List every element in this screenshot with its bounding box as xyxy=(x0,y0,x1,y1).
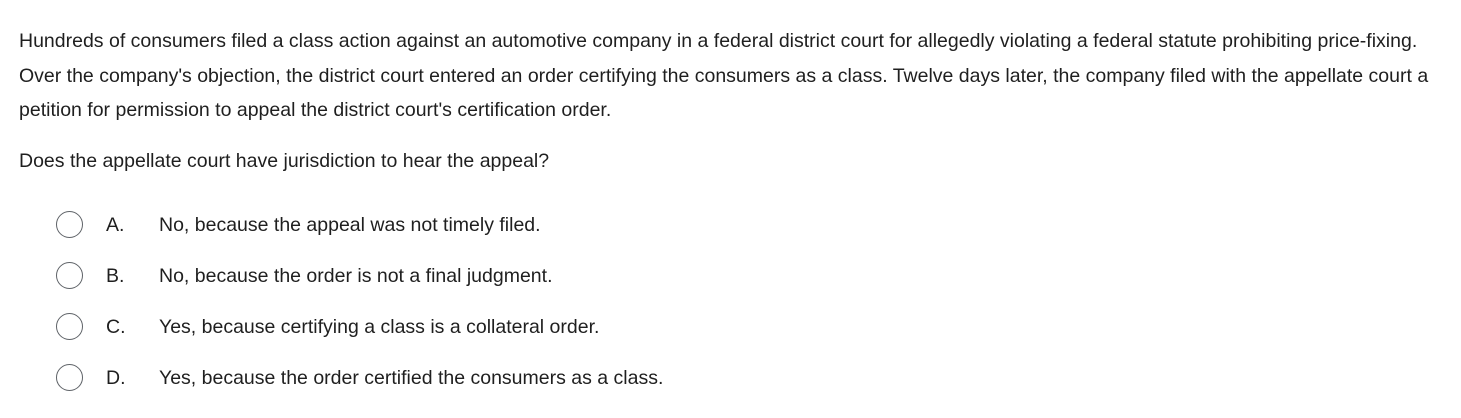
option-text-b: No, because the order is not a final jud… xyxy=(159,265,553,287)
answer-option-c[interactable]: C. Yes, because certifying a class is a … xyxy=(54,311,954,345)
question-stem: Hundreds of consumers filed a class acti… xyxy=(19,30,1429,121)
option-text-d: Yes, because the order certified the con… xyxy=(159,367,664,389)
option-text-a: No, because the appeal was not timely fi… xyxy=(159,214,541,236)
option-text-c: Yes, because certifying a class is a col… xyxy=(159,316,600,338)
option-letter-a: A. xyxy=(106,214,125,236)
radio-button-a[interactable] xyxy=(56,211,83,238)
answer-option-d[interactable]: D. Yes, because the order certified the … xyxy=(54,362,954,396)
option-letter-c: C. xyxy=(106,316,126,338)
answer-option-b[interactable]: B. No, because the order is not a final … xyxy=(54,260,954,294)
answer-option-a[interactable]: A. No, because the appeal was not timely… xyxy=(54,209,954,243)
radio-button-c[interactable] xyxy=(56,313,83,340)
radio-button-b[interactable] xyxy=(56,262,83,289)
question-prompt: Does the appellate court have jurisdicti… xyxy=(19,150,550,172)
option-letter-d: D. xyxy=(106,367,126,389)
option-letter-b: B. xyxy=(106,265,125,287)
radio-button-d[interactable] xyxy=(56,364,83,391)
